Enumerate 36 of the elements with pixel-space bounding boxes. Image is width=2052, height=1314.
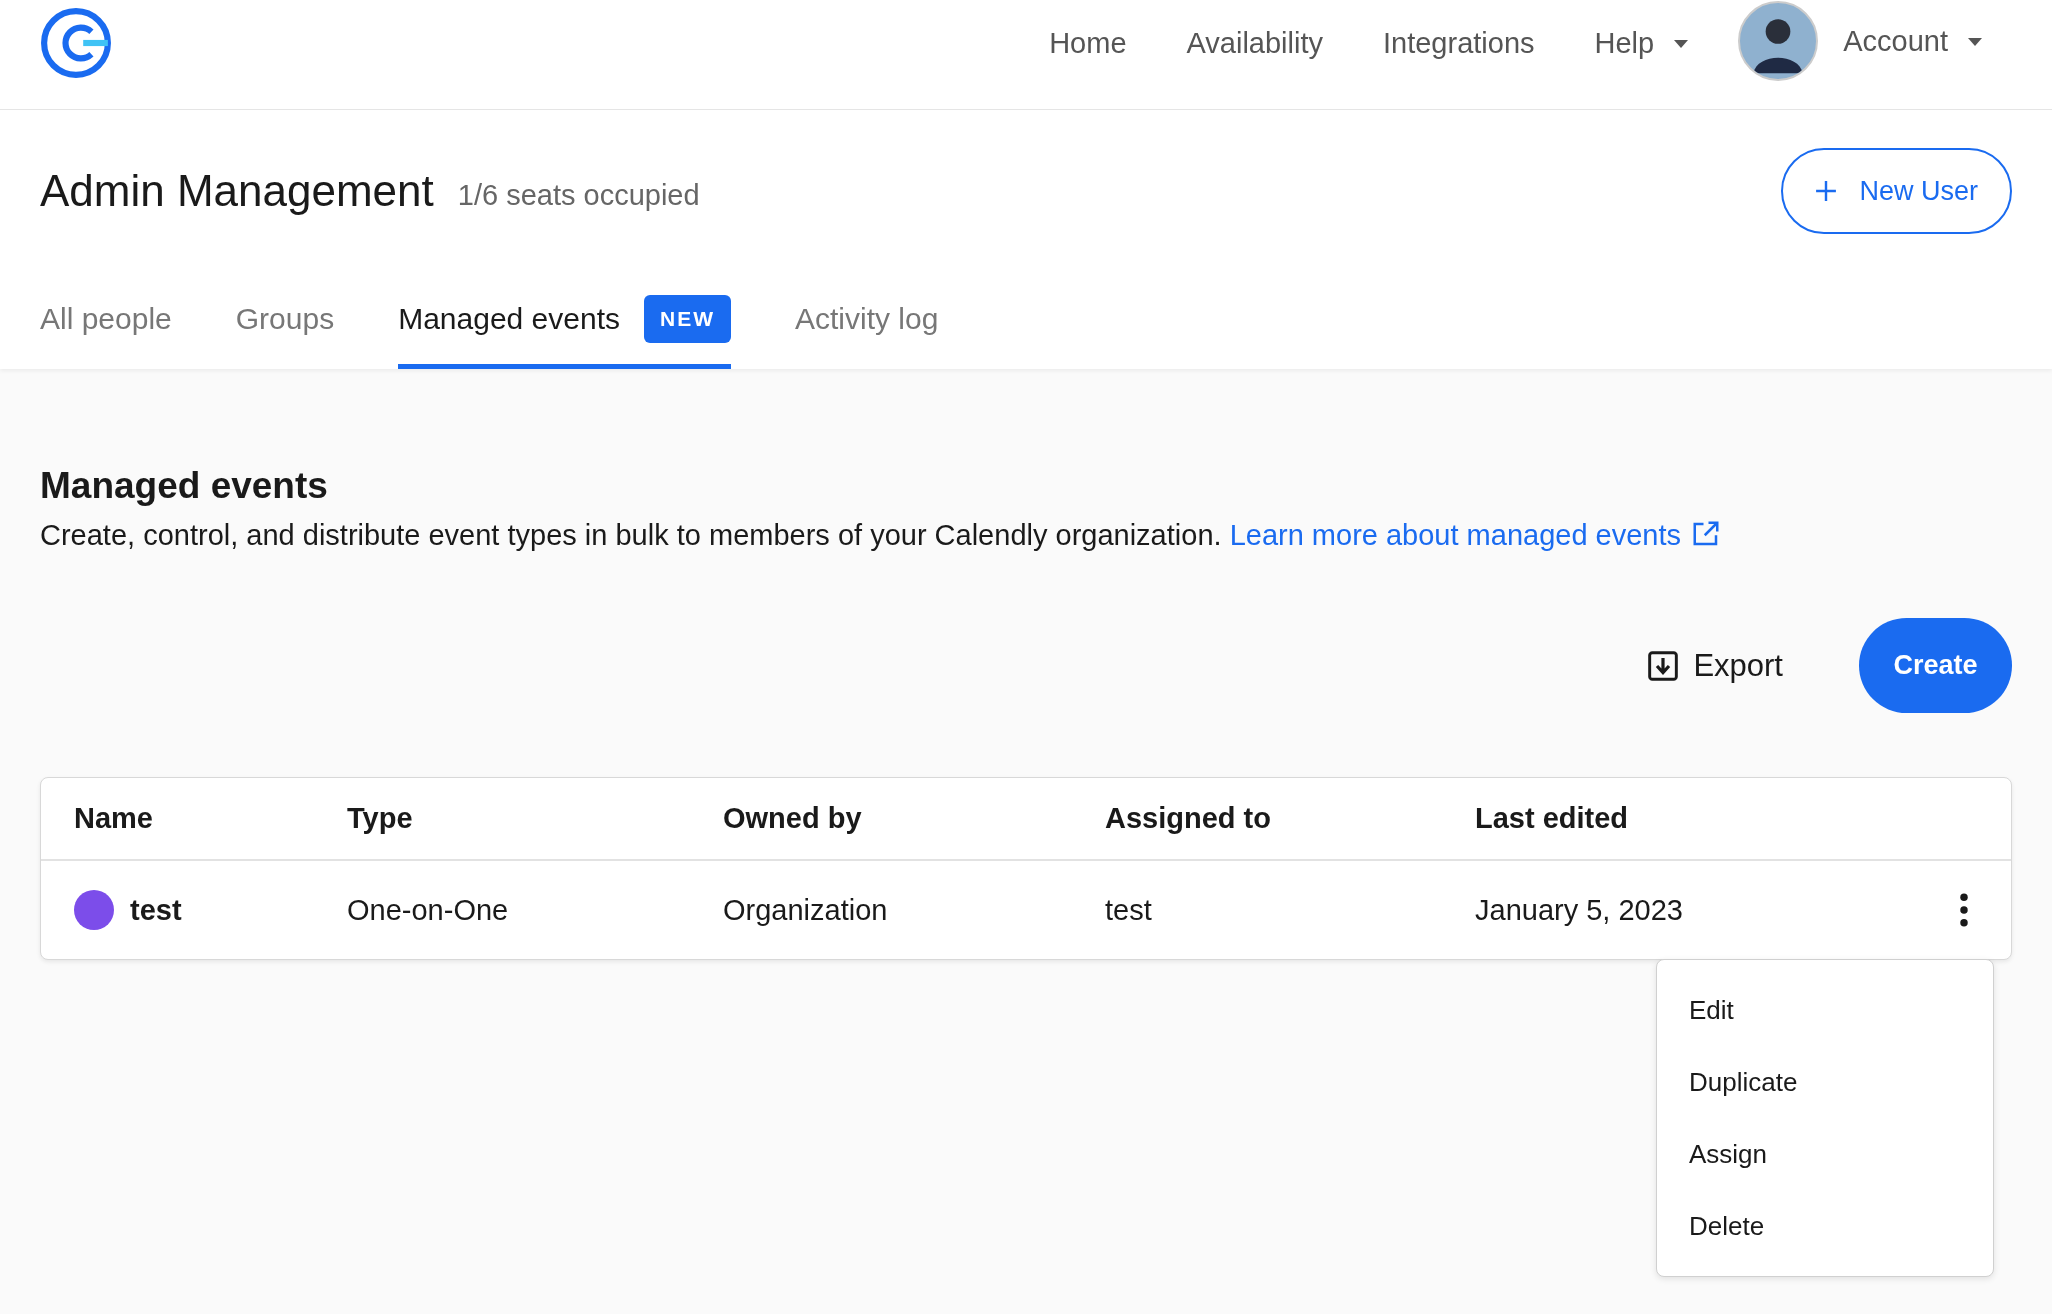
event-name[interactable]: test	[130, 893, 182, 927]
tab[interactable]: Managed events NEW	[398, 272, 731, 369]
tab[interactable]: Groups	[235, 272, 335, 369]
plus-icon	[1815, 180, 1838, 202]
menu-item[interactable]: Delete	[1657, 1190, 1993, 1262]
account-menu[interactable]: Account	[1843, 25, 1982, 58]
nav-link[interactable]: Home	[1049, 27, 1127, 60]
column-header: Name	[74, 802, 154, 835]
table-cell-text: test	[1105, 893, 1153, 927]
page-title: Admin Management	[40, 166, 434, 216]
learn-more-link[interactable]: Learn more about managed events	[1229, 519, 1722, 551]
section-description: Create, control, and distribute event types in bulk to members of your Calendly organization. Learn more about managed events	[40, 519, 2012, 552]
menu-item[interactable]: Edit	[1657, 974, 1993, 1046]
table-cell-text: Organization	[723, 893, 889, 927]
download-icon	[1647, 649, 1680, 682]
more-options-icon[interactable]	[1959, 893, 1969, 927]
column-header: Type	[347, 802, 414, 835]
nav-link[interactable]: Help	[1594, 27, 1689, 60]
logo-icon[interactable]	[40, 6, 112, 79]
nav-link[interactable]: Integrations	[1383, 27, 1535, 60]
tab[interactable]: Activity log	[795, 272, 939, 369]
table-cell-text: One-on-One	[347, 893, 510, 927]
create-button[interactable]: Create	[1859, 618, 2012, 713]
section-heading: Managed events	[40, 465, 329, 507]
menu-item[interactable]: Assign	[1657, 1118, 1993, 1190]
menu-item[interactable]: Duplicate	[1657, 1046, 1993, 1118]
export-button[interactable]: Export	[1641, 646, 1789, 685]
column-header: Assigned to	[1105, 802, 1272, 835]
column-header: Last edited	[1475, 802, 1630, 835]
seats-count: 1/6 seats occupied	[457, 178, 700, 212]
tab[interactable]: All people	[40, 272, 172, 369]
new-badge: NEW	[644, 295, 731, 343]
table-cell-text: January 5, 2023	[1475, 893, 1684, 927]
new-user-button[interactable]: New User	[1781, 148, 2012, 234]
column-header: Owned by	[723, 802, 863, 835]
nav-link[interactable]: Availability	[1186, 27, 1323, 60]
